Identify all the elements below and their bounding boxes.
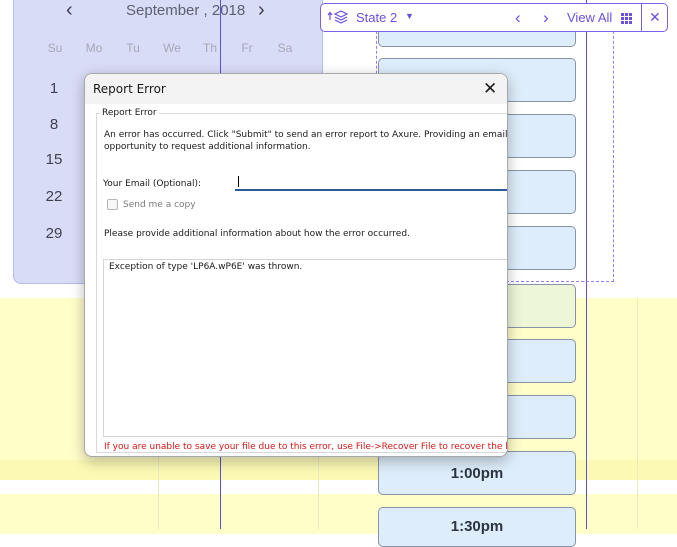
dialog-title: Report Error <box>93 82 166 96</box>
recover-warning-text: If you are unable to save your file due … <box>104 442 508 452</box>
time-slot-label: 1:30pm <box>450 518 504 535</box>
layers-icon[interactable] <box>327 9 349 28</box>
intro-text: An error has occurred. Click "Submit" to… <box>104 130 508 140</box>
calendar-day[interactable]: 22 <box>39 188 69 205</box>
calendar-month-label: September , 2018 <box>126 2 246 19</box>
caret-down-icon[interactable]: ▼ <box>405 11 414 21</box>
close-icon[interactable]: ✕ <box>483 79 497 99</box>
time-slot-label: 1:00pm <box>450 464 504 482</box>
grid-icon[interactable] <box>621 12 632 27</box>
time-slot[interactable]: 1:00pm <box>378 451 576 495</box>
state-toolbar: State 2 ▼ ‹ › View All ✕ <box>320 3 668 32</box>
weekday-label: Sa <box>277 41 293 55</box>
calendar-day[interactable]: 15 <box>39 151 69 168</box>
chevron-right-icon[interactable]: › <box>543 8 549 28</box>
calendar-day[interactable]: 8 <box>39 116 69 133</box>
report-error-dialog: Report Error ✕ Report Error An error has… <box>84 73 508 457</box>
close-icon[interactable]: ✕ <box>649 9 661 26</box>
send-copy-checkbox[interactable] <box>107 199 118 210</box>
weekday-label: We <box>163 41 181 55</box>
toolbar-divider <box>641 4 642 31</box>
chevron-left-icon[interactable]: ‹ <box>66 0 73 22</box>
weekday-label: Fr <box>241 41 253 55</box>
grid-line <box>637 298 638 529</box>
chevron-left-icon[interactable]: ‹ <box>515 8 521 28</box>
details-prompt: Please provide additional information ab… <box>104 229 410 239</box>
calendar-day[interactable]: 29 <box>39 225 69 242</box>
email-field[interactable] <box>235 175 507 191</box>
time-slot[interactable]: 1:30pm <box>378 507 576 547</box>
weekday-label: Su <box>47 41 63 55</box>
chevron-right-icon[interactable]: › <box>258 0 265 22</box>
details-text: Exception of type 'LP6A.wP6E' was thrown… <box>109 262 303 272</box>
send-copy-label[interactable]: Send me a copy <box>123 200 196 210</box>
view-all-button[interactable]: View All <box>567 10 612 25</box>
group-legend: Report Error <box>100 108 159 118</box>
text-caret <box>238 176 239 187</box>
state-dropdown[interactable]: State 2 <box>356 10 397 25</box>
details-textarea[interactable] <box>103 259 507 437</box>
calendar-day[interactable]: 1 <box>39 80 69 97</box>
weekday-label: Tu <box>126 41 140 55</box>
intro-text: opportunity to request additional inform… <box>104 142 311 152</box>
weekday-label: Mo <box>85 41 103 55</box>
email-label: Your Email (Optional): <box>103 179 202 189</box>
